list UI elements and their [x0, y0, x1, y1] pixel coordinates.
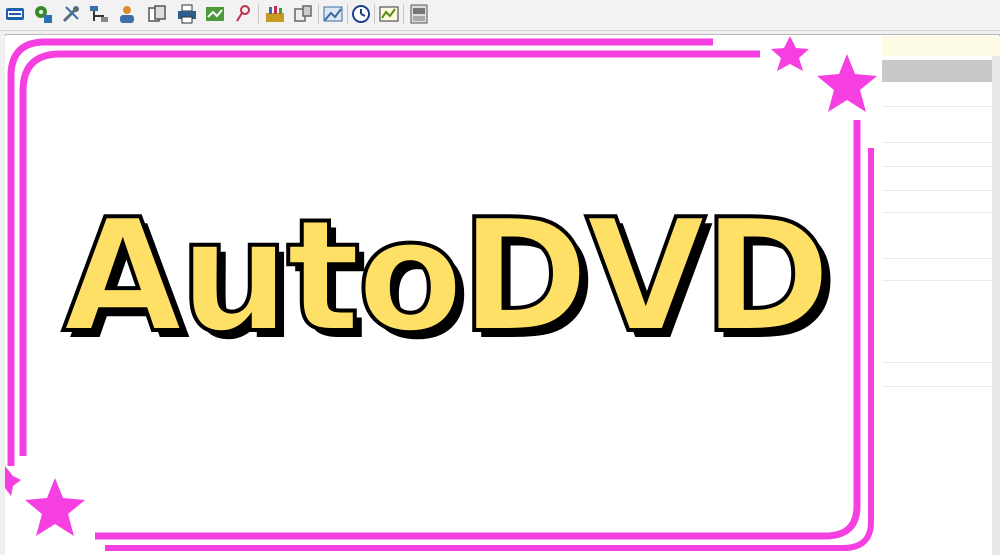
user-icon: [120, 6, 134, 23]
star-icon: [25, 478, 85, 536]
user-button[interactable]: [116, 3, 138, 25]
clock-icon: [352, 5, 370, 23]
copy-icon: [148, 5, 166, 22]
gear-puzzle-button[interactable]: [32, 3, 54, 25]
chart-icon: [379, 6, 399, 22]
toolbar-separator: [258, 4, 259, 24]
splash-screen: AutoDVD: [5, 36, 882, 555]
panel-row[interactable]: [880, 362, 992, 363]
app-title: AutoDVD: [60, 184, 833, 368]
panel-row[interactable]: [880, 280, 992, 281]
panel-row[interactable]: [880, 190, 992, 191]
image-button[interactable]: [322, 3, 344, 25]
panel-row[interactable]: [880, 166, 992, 167]
link-icon: [236, 5, 250, 22]
toolbox-icon: [266, 6, 284, 22]
print-button[interactable]: [176, 3, 198, 25]
tools-button[interactable]: [60, 3, 82, 25]
panel-info-strip: [880, 36, 1000, 56]
print-icon: [178, 4, 196, 24]
window-icon: [410, 4, 428, 24]
panel-header: [880, 60, 992, 82]
star-icon: [771, 36, 809, 71]
properties-panel: [880, 36, 1000, 555]
image-icon: [323, 6, 343, 22]
main-toolbar: [0, 0, 1000, 31]
panel-row[interactable]: [880, 106, 992, 107]
device-button[interactable]: [292, 3, 314, 25]
toolbar-separator: [347, 4, 348, 24]
star-icon: [817, 54, 877, 112]
network-button[interactable]: [88, 3, 110, 25]
panel-row[interactable]: [880, 386, 992, 387]
toolbox-button[interactable]: [264, 3, 286, 25]
abc-text-button[interactable]: [4, 3, 26, 25]
abc-text-icon: [6, 8, 24, 20]
toolbar-separator: [403, 4, 404, 24]
star-icon: [5, 466, 21, 496]
gear-puzzle-icon: [35, 6, 52, 23]
clock-button[interactable]: [350, 3, 372, 25]
network-icon: [90, 6, 108, 22]
copy-button[interactable]: [146, 3, 168, 25]
panel-row[interactable]: [880, 212, 992, 213]
panel-row[interactable]: [880, 258, 992, 259]
map-button[interactable]: [204, 3, 226, 25]
link-button[interactable]: [232, 3, 254, 25]
panel-row[interactable]: [880, 142, 992, 143]
window-button[interactable]: [408, 3, 430, 25]
tools-icon: [62, 6, 79, 23]
toolbar-separator: [374, 4, 375, 24]
chart-button[interactable]: [378, 3, 400, 25]
device-icon: [294, 5, 312, 22]
map-icon: [206, 7, 224, 21]
toolbar-separator: [318, 4, 319, 24]
panel-scrollbar[interactable]: [992, 56, 1000, 555]
